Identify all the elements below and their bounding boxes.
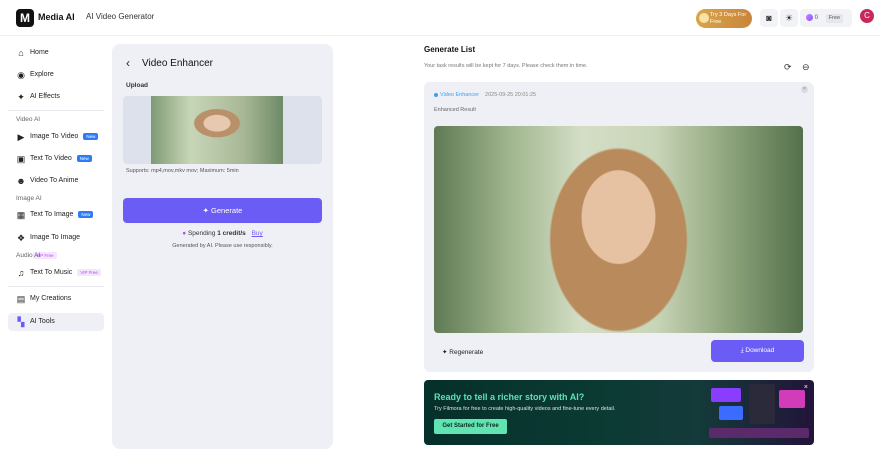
sidebar-item-label: Text To Video xyxy=(30,155,72,162)
result-timestamp: 2025-09-25 20:01:25 xyxy=(485,92,537,98)
uploaded-video-thumbnail xyxy=(151,96,283,164)
grid-icon: ▚ xyxy=(17,317,25,327)
spending-prefix: Spending xyxy=(187,230,216,237)
promo-tile xyxy=(709,428,809,438)
buy-link[interactable]: Buy xyxy=(252,230,263,237)
sidebar-item-text-to-video[interactable]: ▣ Text To Video New xyxy=(8,150,104,168)
regenerate-label: Regenerate xyxy=(449,349,484,356)
tool-panel: ‹ Video Enhancer Upload Supports: mp4,mo… xyxy=(112,44,333,449)
sidebar-item-home[interactable]: ⌂ Home xyxy=(8,44,104,62)
top-bar: M Media AI AI Video Generator Try 3 Days… xyxy=(0,0,880,36)
sidebar-item-label: Home xyxy=(30,49,49,56)
section-label-audio-ai: Audio AI xyxy=(16,252,41,259)
sparkle-icon: ✦ xyxy=(17,92,25,102)
credit-count: 0 xyxy=(814,15,819,21)
promo-banner[interactable]: Ready to tell a richer story with AI? Tr… xyxy=(424,380,814,445)
compass-icon: ◉ xyxy=(17,70,25,80)
folder-icon: ▤ xyxy=(16,294,26,304)
sidebar-item-text-to-image[interactable]: ▦ Text To Image New xyxy=(8,206,104,224)
credit-gem-icon: ● xyxy=(182,230,187,237)
discord-icon[interactable]: ◙ xyxy=(760,9,778,27)
generate-label: Generate xyxy=(211,206,243,215)
credits-badge[interactable]: 0 Free xyxy=(800,9,852,27)
gift-icon xyxy=(699,13,709,23)
section-label-image-ai: Image AI xyxy=(16,195,42,202)
sidebar-item-explore[interactable]: ◉ Explore xyxy=(8,66,104,84)
sidebar-item-image-to-image[interactable]: ❖ Image To Image VIP Free xyxy=(8,229,104,259)
download-label: Download xyxy=(745,347,775,354)
result-status: Video Enhancer 2025-09-25 20:01:25 xyxy=(434,92,536,98)
music-note-icon: ♫ xyxy=(17,268,25,278)
promo-tile xyxy=(749,384,775,424)
chevron-left-icon[interactable]: ‹ xyxy=(126,56,130,70)
promo-title: Ready to tell a richer story with AI? xyxy=(434,392,585,402)
trial-banner[interactable]: Try 3 Days For Free xyxy=(696,9,752,28)
upload-dropzone[interactable] xyxy=(123,96,322,164)
sidebar-item-image-to-video[interactable]: ▶ Image To Video New xyxy=(8,128,104,146)
result-label: Enhanced Result xyxy=(434,107,476,113)
promo-artwork xyxy=(709,384,809,442)
result-tool: Video Enhancer xyxy=(440,92,480,98)
spending-info: ● Spending 1 credit/s Buy xyxy=(112,230,333,237)
sidebar-item-ai-tools[interactable]: ▚ AI Tools xyxy=(8,313,104,331)
list-title: Generate List xyxy=(424,45,476,54)
regenerate-button[interactable]: ✦ Regenerate xyxy=(442,348,483,356)
logo[interactable]: M xyxy=(16,9,34,27)
video-icon: ▶ xyxy=(17,132,25,142)
image-swap-icon: ❖ xyxy=(16,233,26,243)
sparkle-icon: ✦ xyxy=(202,206,212,215)
promo-tile xyxy=(779,390,805,408)
promo-tile xyxy=(719,406,743,420)
promo-subtitle: Try Filmora for free to create high-qual… xyxy=(434,406,616,412)
sidebar-item-video-to-anime[interactable]: ☻ Video To Anime xyxy=(8,172,104,190)
new-badge: New xyxy=(76,154,92,162)
new-badge: New xyxy=(83,132,99,140)
brand-name[interactable]: Media AI xyxy=(38,12,75,22)
sidebar-item-label: My Creations xyxy=(30,295,72,302)
sidebar-item-label: Image To Image xyxy=(30,234,81,241)
result-card: Video Enhancer 2025-09-25 20:01:25 × Enha… xyxy=(424,82,814,372)
sidebar-item-label: Explore xyxy=(30,71,54,78)
sidebar: ⌂ Home ◉ Explore ✦ AI Effects Video AI ▶… xyxy=(0,36,112,449)
sidebar-item-label: Text To Music xyxy=(30,269,73,276)
list-subtitle: Your task results will be kept for 7 day… xyxy=(424,63,588,69)
sidebar-item-ai-effects[interactable]: ✦ AI Effects xyxy=(8,88,104,106)
section-label-video-ai: Video AI xyxy=(16,116,41,123)
upload-label: Upload xyxy=(126,82,149,89)
refresh-icon[interactable]: ⟳ xyxy=(784,62,792,73)
supported-formats: Supports: mp4,mov,mkv mov; Maximum: 5min xyxy=(126,168,239,174)
ai-disclaimer: Generated by AI. Please use responsibly. xyxy=(172,243,273,249)
theme-toggle-icon[interactable]: ☀ xyxy=(780,9,798,27)
product-name: AI Video Generator xyxy=(86,12,155,21)
generate-button[interactable]: ✦ Generate xyxy=(123,198,322,223)
download-button[interactable]: ⤓ Download xyxy=(711,340,804,362)
sidebar-item-label: Video To Anime xyxy=(30,177,79,184)
avatar[interactable]: C xyxy=(860,9,874,23)
vip-badge: VIP Free xyxy=(77,268,101,276)
new-badge: New xyxy=(78,210,94,218)
anime-icon: ☻ xyxy=(16,176,26,186)
sidebar-item-my-creations[interactable]: ▤ My Creations xyxy=(8,290,104,308)
sidebar-item-text-to-music[interactable]: ♫ Text To Music VIP Free xyxy=(8,264,104,282)
sidebar-item-label: Image To Video xyxy=(30,133,79,140)
trial-label: Try 3 Days For Free xyxy=(710,12,747,25)
spending-amount: 1 credit/s xyxy=(217,230,246,237)
home-icon: ⌂ xyxy=(18,48,24,58)
get-started-button[interactable]: Get Started for Free xyxy=(434,419,507,434)
sidebar-item-label: Text To Image xyxy=(30,211,74,218)
credit-gem-icon xyxy=(806,13,813,21)
divider xyxy=(8,110,104,111)
video-text-icon: ▣ xyxy=(16,154,26,164)
divider xyxy=(8,286,104,287)
sidebar-item-label: AI Effects xyxy=(30,93,60,100)
promo-tile xyxy=(711,388,741,402)
close-icon[interactable]: × xyxy=(801,86,808,93)
status-dot xyxy=(434,92,438,97)
image-icon: ▦ xyxy=(16,210,26,220)
page-title: Video Enhancer xyxy=(142,58,213,69)
plan-badge: Free xyxy=(825,14,843,23)
result-video[interactable] xyxy=(434,126,803,333)
sidebar-item-label: AI Tools xyxy=(30,318,55,325)
trash-icon[interactable]: ⊖ xyxy=(802,62,810,73)
